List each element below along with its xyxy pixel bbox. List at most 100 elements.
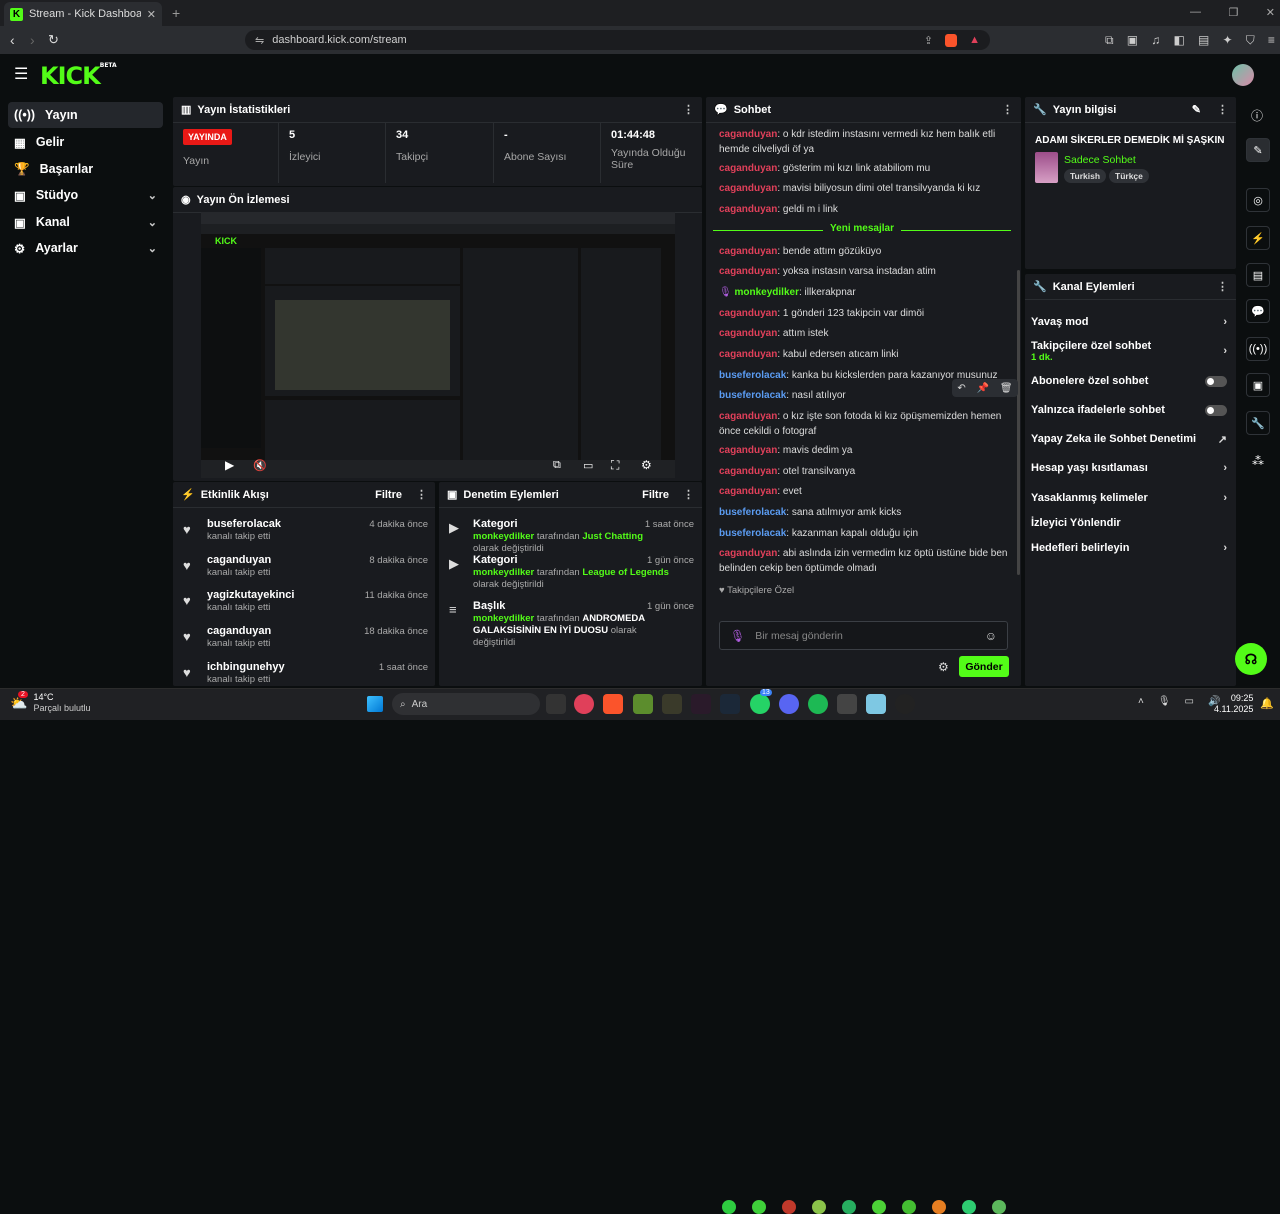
pin-icon[interactable]: 📌 <box>977 383 989 394</box>
forward-icon[interactable]: › <box>30 32 35 48</box>
rail-apps-icon[interactable]: ⁂ <box>1252 454 1264 468</box>
browser-tab[interactable]: K Stream - Kick Dashboard ✕ <box>4 2 162 26</box>
discord-icon[interactable] <box>779 694 799 714</box>
taskbar-search[interactable]: ⌕ Ara <box>392 693 540 715</box>
back-icon[interactable]: ‹ <box>10 32 15 48</box>
slow-mode-item[interactable]: Yavaş mod › <box>1031 316 1227 328</box>
fullscreen-icon[interactable]: ⛶ <box>611 458 619 473</box>
menu-icon[interactable]: ≡ <box>1268 33 1275 48</box>
emotes-only-toggle[interactable] <box>1205 405 1227 416</box>
more-icon[interactable]: ⋮ <box>683 488 694 501</box>
kick-logo[interactable]: KICKBETA <box>40 62 117 90</box>
activity-filter-button[interactable]: Filtre <box>375 489 402 501</box>
theater-icon[interactable]: ▭ <box>583 459 593 472</box>
weather-widget[interactable]: ⛅ 2 14°C Parçalı bulutlu <box>10 690 90 714</box>
mute-icon[interactable]: 🔇 <box>253 459 267 472</box>
rail-scan-icon[interactable]: ◎ <box>1246 188 1270 212</box>
emoji-icon[interactable]: ☺ <box>985 629 997 643</box>
brave-shield-icon[interactable] <box>945 33 958 47</box>
new-tab-icon[interactable]: + <box>172 5 180 21</box>
more-icon[interactable]: ⋮ <box>1002 103 1013 116</box>
followers-only-item[interactable]: Takipçilere özel sohbet 1 dk. › <box>1031 340 1227 363</box>
whatsapp-icon[interactable]: 13 <box>750 689 772 714</box>
app-icon[interactable] <box>866 694 886 714</box>
delete-icon[interactable]: 🗑 <box>1000 383 1013 394</box>
app-icon[interactable] <box>895 694 915 714</box>
emote-icon[interactable] <box>872 1200 886 1214</box>
brave-icon[interactable] <box>603 694 623 714</box>
sidebar-item-ayarlar[interactable]: ⚙ Ayarlar ⌄ <box>8 235 163 261</box>
media-icon[interactable]: ♫ <box>1151 33 1160 48</box>
emote-icon[interactable] <box>962 1200 976 1214</box>
emote-icon[interactable] <box>902 1200 916 1214</box>
emote-icon[interactable] <box>842 1200 856 1214</box>
emote-icon[interactable] <box>722 1200 736 1214</box>
moderation-filter-button[interactable]: Filtre <box>642 489 669 501</box>
subscribers-only-toggle[interactable] <box>1205 376 1227 387</box>
settings-icon[interactable]: ⚙ <box>641 458 652 472</box>
more-icon[interactable]: ⋮ <box>1217 103 1228 116</box>
start-icon[interactable] <box>367 696 383 712</box>
mic-icon[interactable]: 🎙 <box>1158 696 1171 707</box>
rail-chat-icon[interactable]: 💬 <box>1246 299 1270 323</box>
play-icon[interactable]: ▶ <box>225 458 234 472</box>
url-field[interactable]: ⇋ dashboard.kick.com/stream ⇪ ▲ <box>245 30 990 50</box>
more-icon[interactable]: ⋮ <box>1217 280 1228 293</box>
stream-preview-video[interactable]: KICK ▶ 🔇 ⧉ ▭ ⛶ ⚙ <box>201 212 675 478</box>
app-icon[interactable] <box>837 694 857 714</box>
rail-edit-icon[interactable]: ✎ <box>1246 138 1270 162</box>
notification-icon[interactable]: 🔔 <box>1260 697 1274 710</box>
steam-icon[interactable] <box>720 694 740 714</box>
send-button[interactable]: Gönder <box>959 656 1009 677</box>
close-tab-icon[interactable]: ✕ <box>147 8 156 21</box>
chat-scrollbar[interactable] <box>1017 270 1020 575</box>
share-icon[interactable]: ⇪ <box>924 34 933 47</box>
reply-icon[interactable]: ↶ <box>957 383 965 394</box>
sidebar-item-kanal[interactable]: ▣ Kanal ⌄ <box>8 209 163 235</box>
game-icon[interactable] <box>662 694 682 714</box>
site-info-icon[interactable]: ⇋ <box>255 34 264 47</box>
app-icon[interactable] <box>691 694 711 714</box>
spotify-icon[interactable] <box>808 694 828 714</box>
leo-icon[interactable]: ✦ <box>1222 33 1232 48</box>
emote-icon[interactable] <box>992 1200 1006 1214</box>
sidebar-toggle-icon[interactable]: ◧ <box>1173 33 1184 48</box>
minecraft-icon[interactable] <box>633 694 653 714</box>
emote-icon[interactable] <box>812 1200 826 1214</box>
sidebar-item-yayin[interactable]: ((•)) Yayın <box>8 102 163 128</box>
reload-icon[interactable]: ↻ <box>48 32 59 48</box>
close-window-icon[interactable]: ✕ <box>1266 6 1275 19</box>
goals-item[interactable]: Hedefleri belirleyin › <box>1031 542 1227 554</box>
banned-words-item[interactable]: Yasaklanmış kelimeler › <box>1031 492 1227 504</box>
hamburger-icon[interactable]: ☰ <box>14 64 28 84</box>
sidebar-item-basarilar[interactable]: 🏆 Başarılar <box>8 156 163 182</box>
more-icon[interactable]: ⋮ <box>683 103 694 116</box>
edit-icon[interactable]: ✎ <box>1192 103 1201 116</box>
rail-broadcast-icon[interactable]: ((•)) <box>1246 337 1270 361</box>
emote-icon[interactable] <box>932 1200 946 1214</box>
pip-icon[interactable]: ⧉ <box>553 459 561 472</box>
account-age-item[interactable]: Hesap yaşı kısıtlaması › <box>1031 462 1227 474</box>
info-icon[interactable]: ⓘ <box>1251 107 1263 124</box>
epic-games-icon[interactable] <box>546 694 566 714</box>
rail-wrench-icon[interactable]: 🔧 <box>1246 411 1270 435</box>
emote-icon[interactable] <box>782 1200 796 1214</box>
rail-bolt-icon[interactable]: ⚡ <box>1246 226 1270 250</box>
sidebar-item-gelir[interactable]: ▦ Gelir <box>8 129 163 155</box>
rail-list-icon[interactable]: ▤ <box>1246 263 1270 287</box>
brave-rewards-icon[interactable]: ▲ <box>969 34 980 46</box>
mic-icon[interactable]: 🎙 <box>730 629 745 643</box>
chat-input[interactable]: 🎙 Bir mesaj gönderin ☺ <box>719 621 1008 650</box>
sidebar-item-studyo[interactable]: ▣ Stüdyo ⌄ <box>8 182 163 208</box>
opera-icon[interactable] <box>574 694 594 714</box>
chat-settings-icon[interactable]: ⚙ <box>938 660 949 674</box>
network-icon[interactable]: ▭ <box>1185 696 1194 707</box>
extensions-icon[interactable]: ⧉ <box>1105 33 1114 48</box>
category-name[interactable]: Sadece Sohbet <box>1064 154 1136 166</box>
emote-icon[interactable] <box>752 1200 766 1214</box>
wallet-icon[interactable]: ▤ <box>1198 33 1209 48</box>
reader-icon[interactable]: ▣ <box>1127 33 1138 48</box>
chevron-up-icon[interactable]: ˄ <box>1138 696 1144 707</box>
more-icon[interactable]: ⋮ <box>416 488 427 501</box>
maximize-icon[interactable]: ❐ <box>1228 6 1238 19</box>
